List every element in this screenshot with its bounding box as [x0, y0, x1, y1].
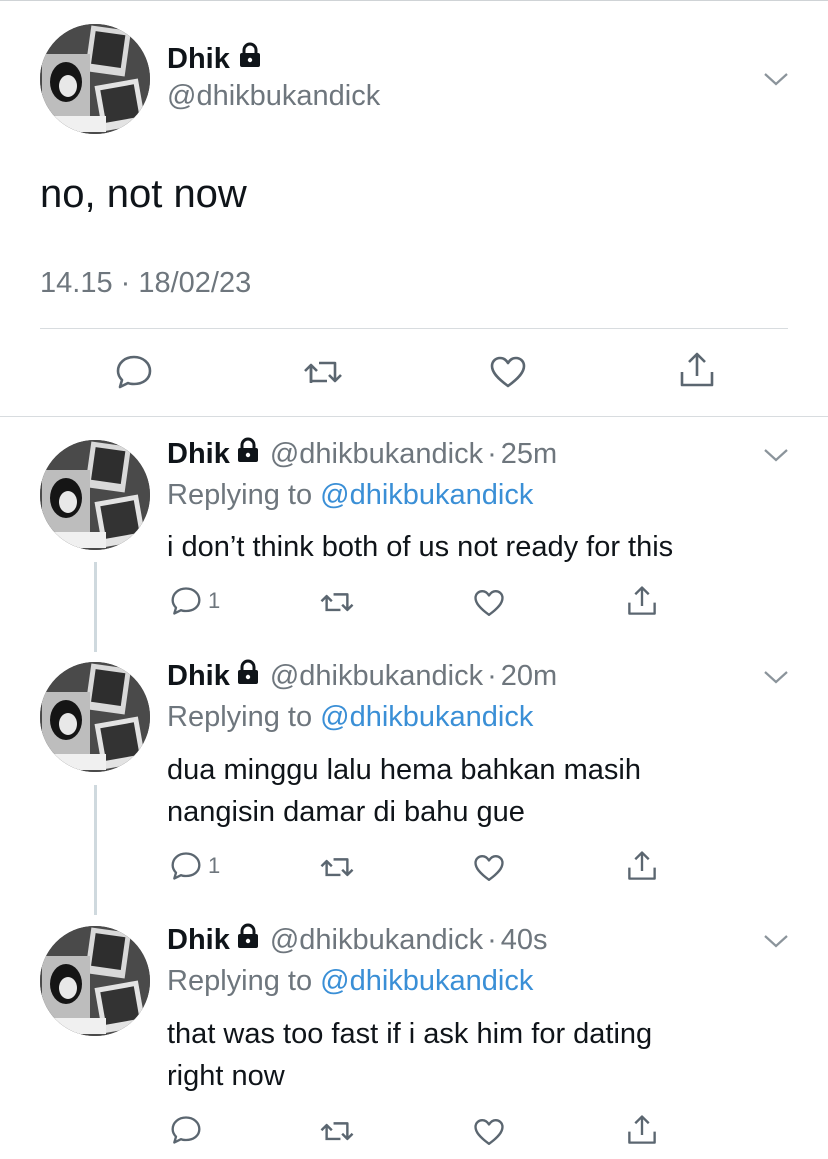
reply-header: Dhik @dhikbukandick · 40s — [167, 923, 548, 957]
like-button[interactable] — [473, 853, 505, 883]
retweet-icon — [320, 1122, 354, 1141]
tweet-text-line: nangisin damar di bahu gue — [167, 796, 525, 828]
lock-icon — [236, 437, 260, 471]
thread-line — [94, 785, 97, 915]
tweet-text-line: dua minggu lalu hema bahkan masih — [167, 754, 641, 786]
like-button[interactable] — [473, 1117, 505, 1147]
lock-icon — [238, 42, 262, 76]
tweet-time[interactable]: 20m — [501, 660, 557, 693]
share-button[interactable] — [626, 849, 658, 883]
separator-dot: · — [487, 659, 497, 692]
divider — [40, 328, 788, 329]
reply-header: Dhik @dhikbukandick · 20m — [167, 659, 557, 693]
main-author-name-text[interactable]: Dhik — [167, 43, 230, 76]
retweet-button[interactable] — [318, 1118, 356, 1146]
chevron-down-icon[interactable] — [763, 933, 789, 949]
replying-to-link[interactable]: @dhikbukandick — [320, 479, 533, 511]
chevron-down-icon[interactable] — [763, 669, 789, 685]
tweet-text: that was too fast if i ask him for datin… — [167, 1013, 787, 1097]
reply-count: 1 — [208, 853, 221, 878]
retweet-button[interactable] — [318, 589, 356, 617]
like-icon — [490, 356, 526, 388]
retweet-icon — [320, 593, 354, 612]
retweet-icon — [304, 361, 342, 383]
reply-icon — [116, 355, 152, 389]
main-timestamp[interactable]: 14.15 · 18/02/23 — [40, 267, 251, 300]
tweet-text: dua minggu lalu hema bahkan masih nangis… — [167, 749, 787, 833]
share-icon — [680, 352, 714, 387]
replying-to: Replying to @dhikbukandick — [167, 965, 533, 998]
author-name[interactable]: Dhik — [167, 660, 230, 693]
tweet-time[interactable]: 25m — [501, 438, 557, 471]
top-divider — [0, 0, 828, 1]
replying-to-prefix: Replying to — [167, 479, 313, 511]
chevron-down-icon[interactable] — [763, 71, 789, 87]
reply-button[interactable]: 1 — [170, 586, 220, 616]
author-name[interactable]: Dhik — [167, 438, 230, 471]
tweet-text-line: right now — [167, 1060, 285, 1092]
avatar-photo — [40, 926, 150, 1036]
main-author-name[interactable]: Dhik — [167, 42, 262, 76]
reply-button[interactable]: 1 — [170, 851, 220, 881]
retweet-button[interactable] — [301, 357, 345, 389]
replying-to-link[interactable]: @dhikbukandick — [320, 701, 533, 733]
retweet-icon — [320, 858, 354, 877]
separator-dot: · — [487, 437, 497, 470]
avatar-photo — [40, 440, 150, 550]
reply-button[interactable] — [115, 354, 153, 390]
replying-to-link[interactable]: @dhikbukandick — [320, 965, 533, 997]
author-handle[interactable]: @dhikbukandick — [270, 660, 483, 693]
avatar[interactable] — [40, 926, 150, 1036]
tweet-text: i don’t think both of us not ready for t… — [167, 531, 674, 563]
share-icon — [628, 851, 656, 880]
share-button[interactable] — [678, 350, 716, 390]
lock-icon — [236, 659, 260, 693]
avatar-photo — [40, 662, 150, 772]
thread-line — [94, 562, 97, 652]
reply-icon — [171, 1116, 201, 1144]
avatar-photo — [40, 24, 150, 134]
replying-to: Replying to @dhikbukandick — [167, 701, 533, 734]
like-icon — [474, 1119, 504, 1145]
like-button[interactable] — [473, 588, 505, 618]
chevron-down-icon[interactable] — [763, 447, 789, 463]
main-author-handle[interactable]: @dhikbukandick — [167, 80, 380, 113]
like-icon — [474, 590, 504, 616]
author-handle[interactable]: @dhikbukandick — [270, 438, 483, 471]
replying-to-prefix: Replying to — [167, 965, 313, 997]
reply-button[interactable] — [170, 1115, 208, 1145]
share-button[interactable] — [626, 1113, 658, 1147]
avatar[interactable] — [40, 24, 150, 134]
divider — [0, 416, 828, 417]
main-tweet-text: no, not now — [40, 172, 247, 216]
share-icon — [628, 586, 656, 615]
replying-to: Replying to @dhikbukandick — [167, 479, 533, 512]
reply-icon — [171, 587, 201, 615]
like-button[interactable] — [489, 355, 527, 389]
separator-dot: · — [487, 923, 497, 956]
lock-icon — [236, 923, 260, 957]
author-handle[interactable]: @dhikbukandick — [270, 924, 483, 957]
avatar[interactable] — [40, 440, 150, 550]
tweet-time[interactable]: 40s — [501, 924, 548, 957]
like-icon — [474, 855, 504, 881]
reply-header: Dhik @dhikbukandick · 25m — [167, 437, 557, 471]
reply-count: 1 — [208, 588, 221, 613]
replying-to-prefix: Replying to — [167, 701, 313, 733]
retweet-button[interactable] — [318, 854, 356, 882]
share-icon — [628, 1115, 656, 1144]
reply-icon — [171, 852, 201, 880]
share-button[interactable] — [626, 584, 658, 618]
author-name[interactable]: Dhik — [167, 924, 230, 957]
avatar[interactable] — [40, 662, 150, 772]
tweet-text-line: that was too fast if i ask him for datin… — [167, 1018, 653, 1050]
